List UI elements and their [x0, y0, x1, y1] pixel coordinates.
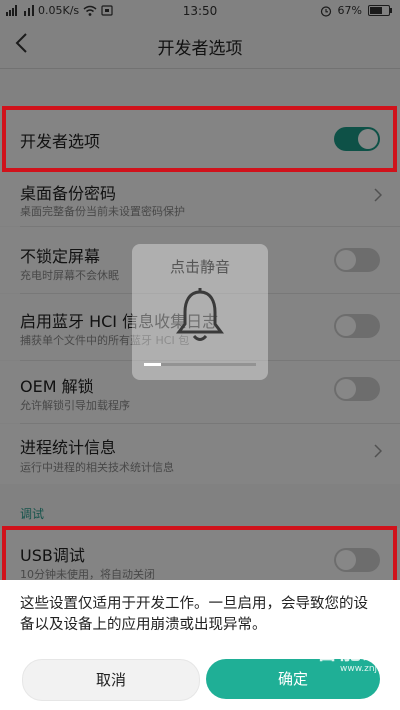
volume-mute-label: 点击静音 [169, 258, 230, 276]
cancel-button[interactable]: 取消 [22, 659, 200, 701]
settings-screen: 0.05K/s 13:50 67% 开发者选项 开发者选项 桌面备份密码 桌面完… [0, 0, 400, 710]
highlight-box-usb [2, 526, 397, 584]
bell-icon [176, 288, 224, 341]
watermark-url: www.znj.com [340, 664, 400, 674]
watermark-logo: 智能家 [316, 640, 386, 665]
volume-popup[interactable]: 点击静音 [132, 244, 268, 380]
highlight-box-developer [2, 106, 397, 172]
warning-message: 这些设置仅适用于开发工作。一旦启用，会导致您的设备以及设备上的应用崩溃或出现异常… [20, 596, 368, 633]
volume-bar[interactable] [144, 363, 256, 366]
volume-bar-fill [144, 363, 161, 366]
